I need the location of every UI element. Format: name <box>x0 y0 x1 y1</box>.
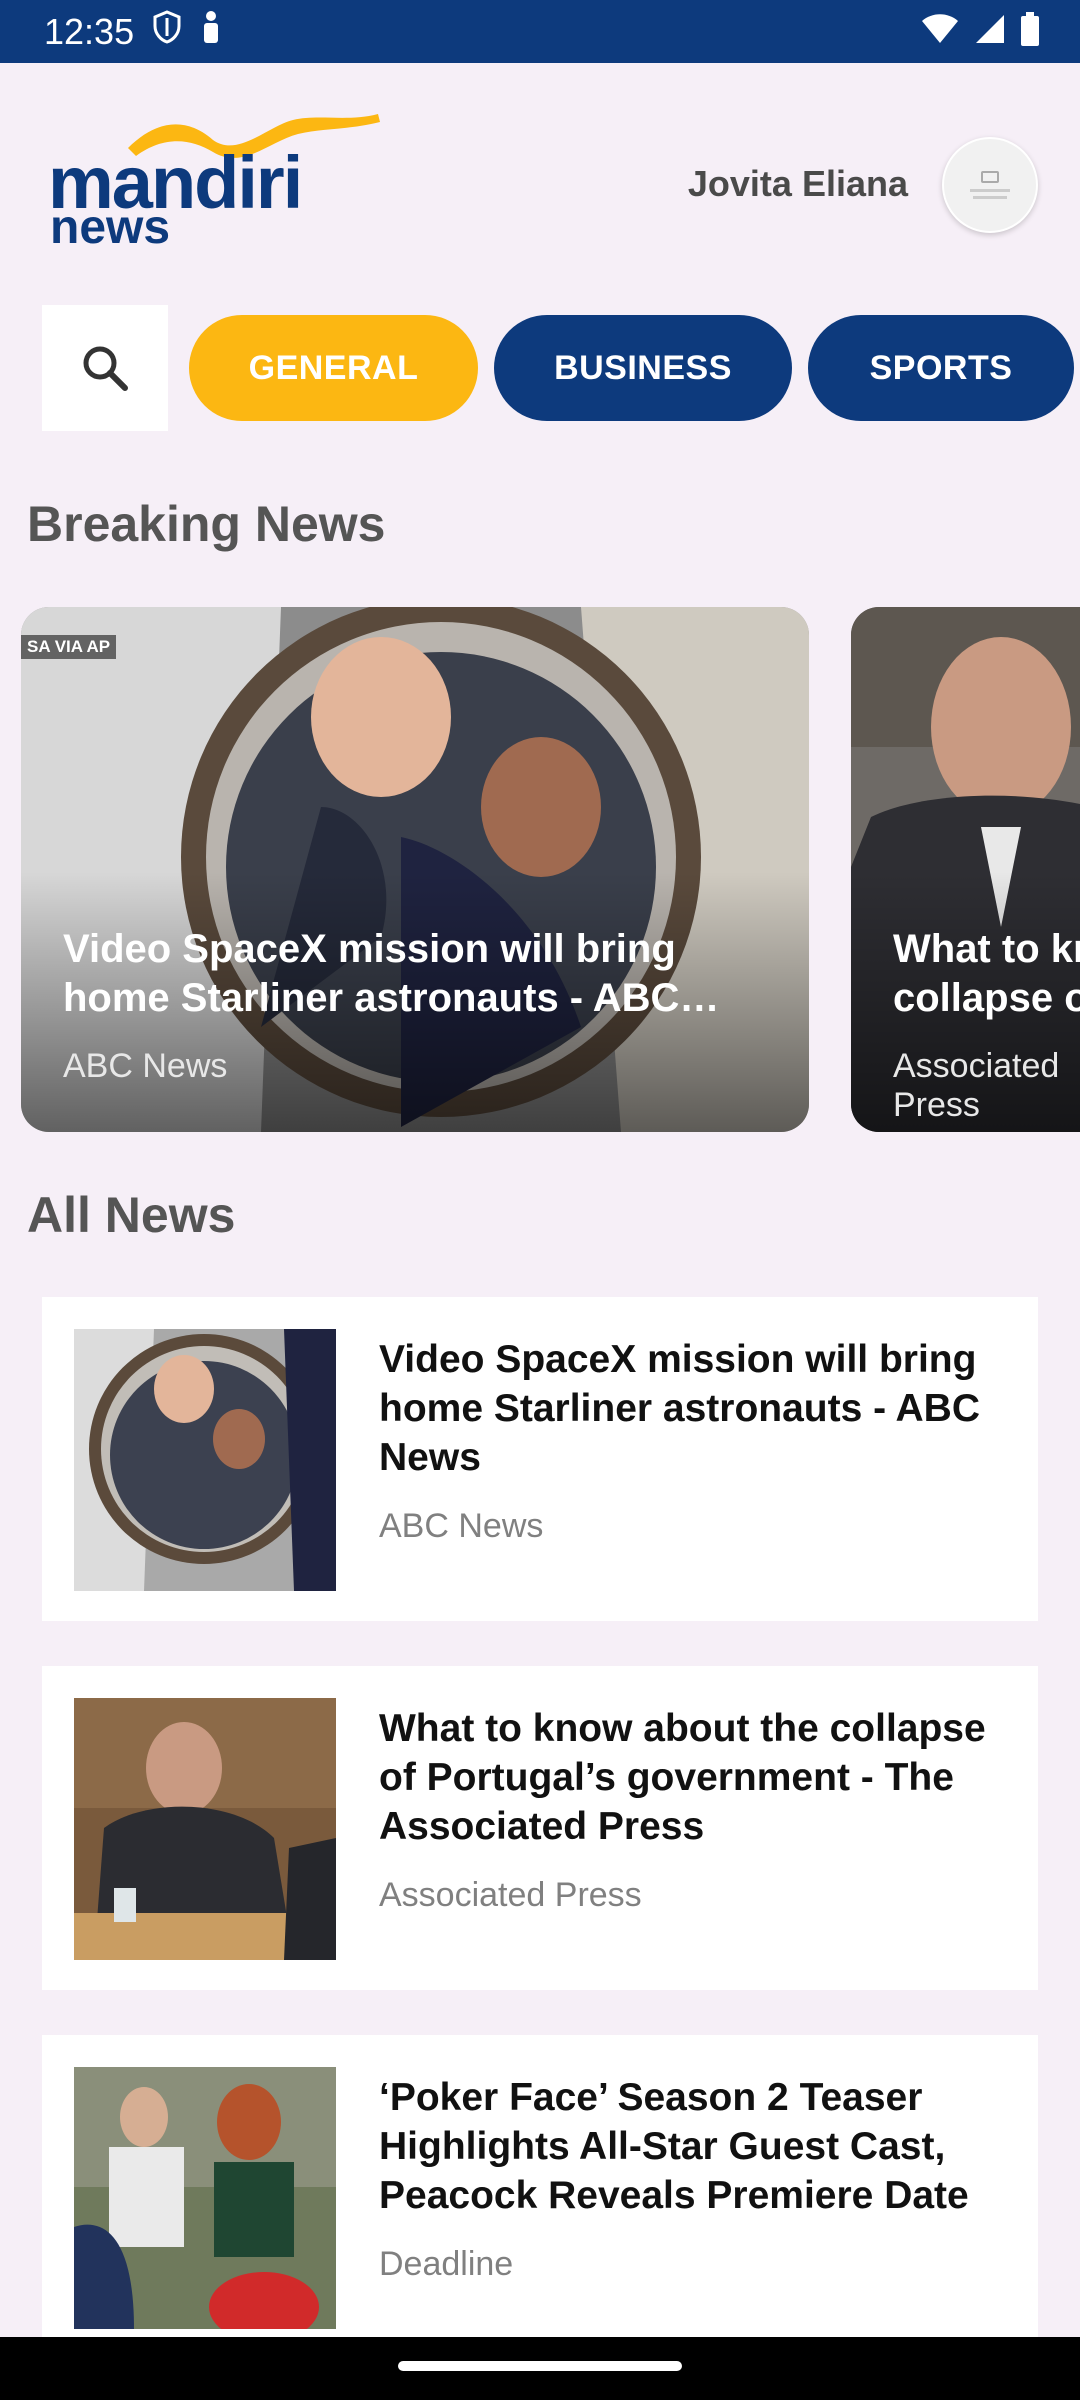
status-time: 12:35 <box>44 10 135 52</box>
news-source: Associated Press <box>379 1876 642 1914</box>
category-tab-business[interactable]: BUSINESS <box>494 315 792 421</box>
breaking-news-heading: Breaking News <box>27 496 386 552</box>
category-tab-general[interactable]: GENERAL <box>189 315 478 421</box>
signal-icon <box>974 13 1006 50</box>
news-source: ABC News <box>379 1507 544 1545</box>
photo-credit: SA VIA AP <box>21 635 117 659</box>
breaking-card-title: What to know about the collapse of Portu… <box>893 927 1080 1020</box>
news-thumbnail <box>74 1329 336 1591</box>
news-title: Video SpaceX mission will bring home Sta… <box>379 1338 980 1479</box>
category-bar: GENERAL BUSINESS SPORTS <box>0 303 1080 433</box>
shield-icon <box>152 10 182 53</box>
news-thumbnail <box>74 1698 336 1960</box>
news-list-item[interactable]: What to know about the collapse of Portu… <box>42 1666 1038 1990</box>
news-thumbnail <box>74 2067 336 2329</box>
search-icon <box>83 346 128 391</box>
breaking-card[interactable]: SA VIA AP Video SpaceX mission will brin… <box>21 607 809 1132</box>
news-list-item[interactable]: Video SpaceX mission will bring home Sta… <box>42 1297 1038 1621</box>
notification-icon <box>200 10 222 53</box>
breaking-news-carousel[interactable]: SA VIA AP Video SpaceX mission will brin… <box>0 607 1080 1132</box>
news-list-item[interactable]: ‘Poker Face’ Season 2 Teaser Highlights … <box>42 2035 1038 2365</box>
all-news-heading: All News <box>27 1187 236 1243</box>
logo-text-news: news <box>50 201 171 254</box>
system-navigation-bar <box>0 2337 1080 2400</box>
breaking-card-source: ABC News <box>63 1047 228 1085</box>
wifi-icon <box>920 13 960 50</box>
avatar[interactable] <box>942 137 1038 233</box>
home-gesture-handle[interactable] <box>398 2361 682 2371</box>
battery-icon <box>1020 12 1040 51</box>
category-tab-sports[interactable]: SPORTS <box>808 315 1074 421</box>
search-button[interactable] <box>42 305 168 431</box>
news-source: Deadline <box>379 2245 514 2283</box>
app-header: mandiri news Jovita Eliana <box>0 63 1080 303</box>
news-title: ‘Poker Face’ Season 2 Teaser Highlights … <box>379 2076 969 2217</box>
user-name: Jovita Eliana <box>687 163 908 204</box>
breaking-card-title: Video SpaceX mission will bring home Sta… <box>63 927 680 1020</box>
mandiri-news-logo[interactable]: mandiri news <box>48 108 380 252</box>
news-title: What to know about the collapse of Portu… <box>379 1707 986 1848</box>
status-bar: 12:35 <box>0 0 1080 63</box>
image-placeholder-icon <box>981 171 999 183</box>
breaking-card-source: Associated Press <box>893 1047 1060 1124</box>
breaking-card[interactable]: What to know about the collapse of Portu… <box>851 607 1080 1132</box>
